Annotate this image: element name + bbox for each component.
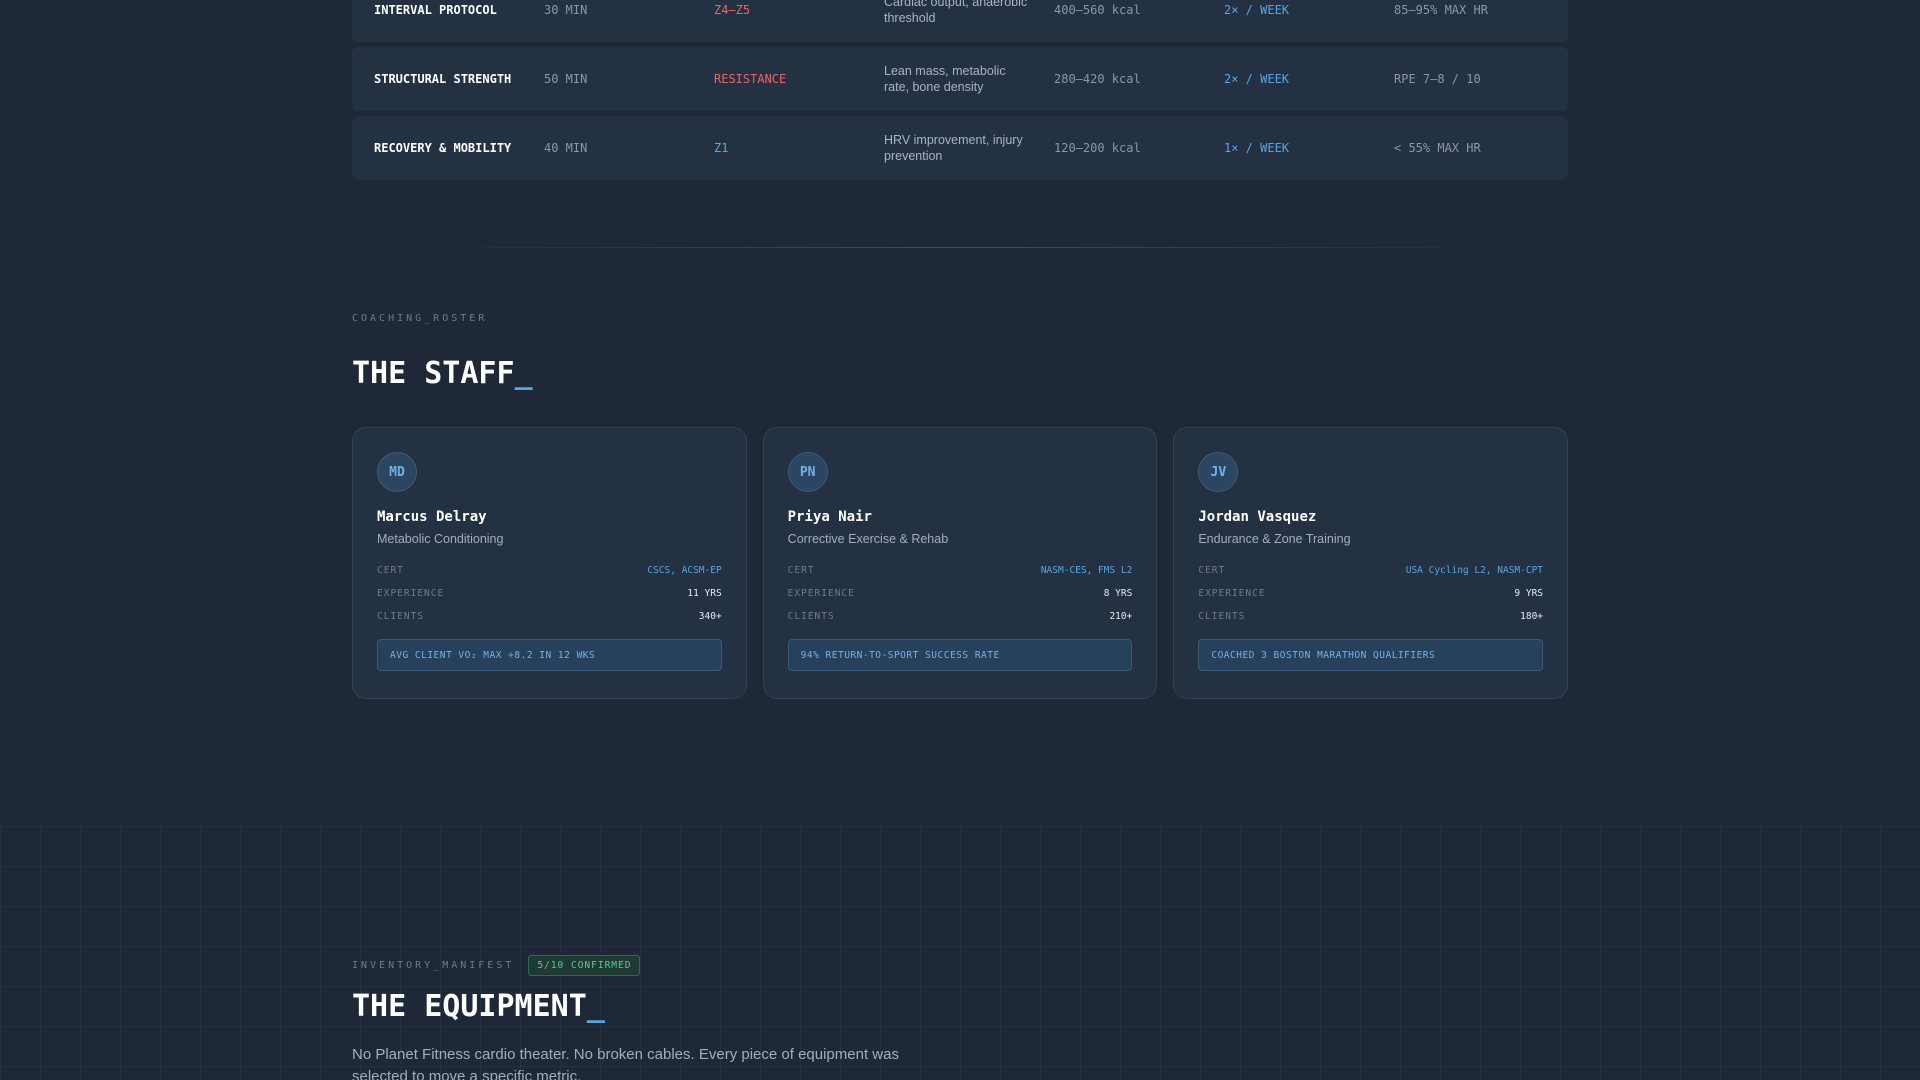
grid-background — [0, 826, 1920, 1080]
stat-value: 210+ — [1109, 611, 1133, 622]
stat-label: CLIENTS — [787, 611, 835, 622]
stat-value: USA Cycling L2, NASM-CPT — [1405, 565, 1544, 576]
protocol-intensity: 85–95% MAX HR — [1394, 3, 1488, 17]
protocol-intensity: RPE 7–8 / 10 — [1394, 72, 1481, 86]
protocol-calories: 120–200 kcal — [1054, 141, 1141, 155]
coach-stats: CERT USA Cycling L2, NASM-CPT EXPERIENCE… — [1198, 559, 1543, 628]
stat-cert: CERT NASM-CES, FMS L2 — [788, 559, 1133, 582]
coach-highlight: 94% RETURN-TO-SPORT SUCCESS RATE — [787, 639, 1133, 671]
avatar: PN — [787, 452, 828, 492]
stat-experience: EXPERIENCE 8 YRS — [788, 582, 1133, 605]
protocol-name: STRUCTURAL STRENGTH — [374, 72, 512, 86]
protocol-zone: RESISTANCE — [714, 72, 787, 86]
protocol-duration: 30 MIN — [544, 3, 588, 17]
stat-experience: EXPERIENCE 11 YRS — [377, 582, 722, 605]
coach-specialty: Endurance & Zone Training — [1198, 532, 1351, 546]
section-divider — [412, 247, 1512, 248]
stat-experience: EXPERIENCE 9 YRS — [1198, 582, 1543, 605]
stat-value: 8 YRS — [1103, 588, 1133, 599]
protocol-calories: 400–560 kcal — [1054, 3, 1141, 17]
equipment-title-text: THE EQUIPMENT — [352, 989, 587, 1024]
protocol-table: INTERVAL PROTOCOL 30 MIN Z4–Z5 Cardiac o… — [352, 0, 1568, 185]
protocol-row: INTERVAL PROTOCOL 30 MIN Z4–Z5 Cardiac o… — [352, 0, 1568, 42]
coach-stats: CERT NASM-CES, FMS L2 EXPERIENCE 8 YRS C… — [788, 559, 1133, 628]
stat-cert: CERT CSCS, ACSM-EP — [377, 559, 722, 582]
stat-label: CERT — [377, 565, 404, 576]
page: INTERVAL PROTOCOL 30 MIN Z4–Z5 Cardiac o… — [0, 0, 1920, 1080]
stat-label: CLIENTS — [1198, 611, 1246, 622]
avatar: MD — [377, 452, 417, 492]
protocol-duration: 40 MIN — [544, 141, 588, 155]
stat-value: 340+ — [698, 611, 722, 622]
coach-card[interactable]: PN Priya Nair Corrective Exercise & Reha… — [762, 427, 1158, 699]
protocol-benefit: Lean mass, metabolic rate, bone density — [884, 64, 1006, 94]
coach-specialty: Metabolic Conditioning — [377, 532, 504, 546]
title-cursor: _ — [586, 989, 605, 1024]
protocol-zone: Z4–Z5 — [714, 3, 751, 17]
protocol-row: STRUCTURAL STRENGTH 50 MIN RESISTANCE Le… — [352, 47, 1568, 111]
coach-stats: CERT CSCS, ACSM-EP EXPERIENCE 11 YRS CLI… — [377, 559, 722, 628]
stat-label: CLIENTS — [377, 611, 425, 622]
protocol-row: RECOVERY & MOBILITY 40 MIN Z1 HRV improv… — [352, 116, 1568, 180]
staff-title: THE STAFF_ — [352, 356, 533, 391]
protocol-duration: 50 MIN — [544, 72, 588, 86]
coach-highlight: COACHED 3 BOSTON MARATHON QUALIFIERS — [1198, 639, 1544, 671]
coach-name: Marcus Delray — [377, 509, 487, 525]
stat-label: EXPERIENCE — [377, 588, 445, 599]
coach-specialty: Corrective Exercise & Rehab — [787, 532, 949, 546]
equipment-title: THE EQUIPMENT_ — [352, 989, 605, 1024]
protocol-frequency: 2× / WEEK — [1224, 72, 1290, 86]
coach-name: Priya Nair — [787, 509, 872, 525]
stat-label: CERT — [787, 565, 815, 576]
coach-card[interactable]: MD Marcus Delray Metabolic Conditioning … — [352, 427, 747, 699]
staff-title-text: THE STAFF — [352, 356, 515, 391]
stat-value: NASM-CES, FMS L2 — [1040, 565, 1133, 576]
protocol-name: RECOVERY & MOBILITY — [374, 141, 512, 155]
stat-clients: CLIENTS 340+ — [377, 605, 722, 628]
coach-card[interactable]: JV Jordan Vasquez Endurance & Zone Train… — [1173, 427, 1569, 699]
coach-highlight: AVG CLIENT VO₂ MAX +8.2 IN 12 WKS — [377, 639, 722, 671]
protocol-calories: 280–420 kcal — [1054, 72, 1141, 86]
staff-eyebrow: COACHING_ROSTER — [352, 313, 488, 324]
title-cursor: _ — [514, 356, 533, 391]
status-badge: 5/10 CONFIRMED — [528, 955, 641, 976]
protocol-intensity: < 55% MAX HR — [1394, 141, 1481, 155]
protocol-benefit: Cardiac output, anaerobic threshold — [884, 0, 1028, 25]
coach-name: Jordan Vasquez — [1198, 509, 1317, 525]
protocol-name: INTERVAL PROTOCOL — [374, 3, 497, 17]
stat-label: EXPERIENCE — [1198, 588, 1266, 599]
equipment-description: No Planet Fitness cardio theater. No bro… — [352, 1046, 899, 1080]
protocol-zone: Z1 — [714, 141, 729, 155]
coach-cards: MD Marcus Delray Metabolic Conditioning … — [352, 427, 1569, 699]
stat-value: 9 YRS — [1514, 588, 1544, 599]
stat-label: CERT — [1198, 565, 1226, 576]
equipment-eyebrow: INVENTORY_MANIFEST — [352, 960, 515, 971]
stat-value: 180+ — [1520, 611, 1544, 622]
protocol-benefit: HRV improvement, injury prevention — [884, 133, 1023, 163]
stat-clients: CLIENTS 210+ — [788, 605, 1133, 628]
stat-clients: CLIENTS 180+ — [1198, 605, 1543, 628]
protocol-frequency: 1× / WEEK — [1224, 141, 1290, 155]
stat-label: EXPERIENCE — [787, 588, 855, 599]
stat-cert: CERT USA Cycling L2, NASM-CPT — [1198, 559, 1543, 582]
equipment-header: INVENTORY_MANIFEST 5/10 CONFIRMED — [352, 955, 641, 976]
avatar: JV — [1198, 452, 1239, 492]
protocol-frequency: 2× / WEEK — [1224, 3, 1290, 17]
stat-value: 11 YRS — [687, 588, 722, 599]
stat-value: CSCS, ACSM-EP — [647, 565, 722, 576]
